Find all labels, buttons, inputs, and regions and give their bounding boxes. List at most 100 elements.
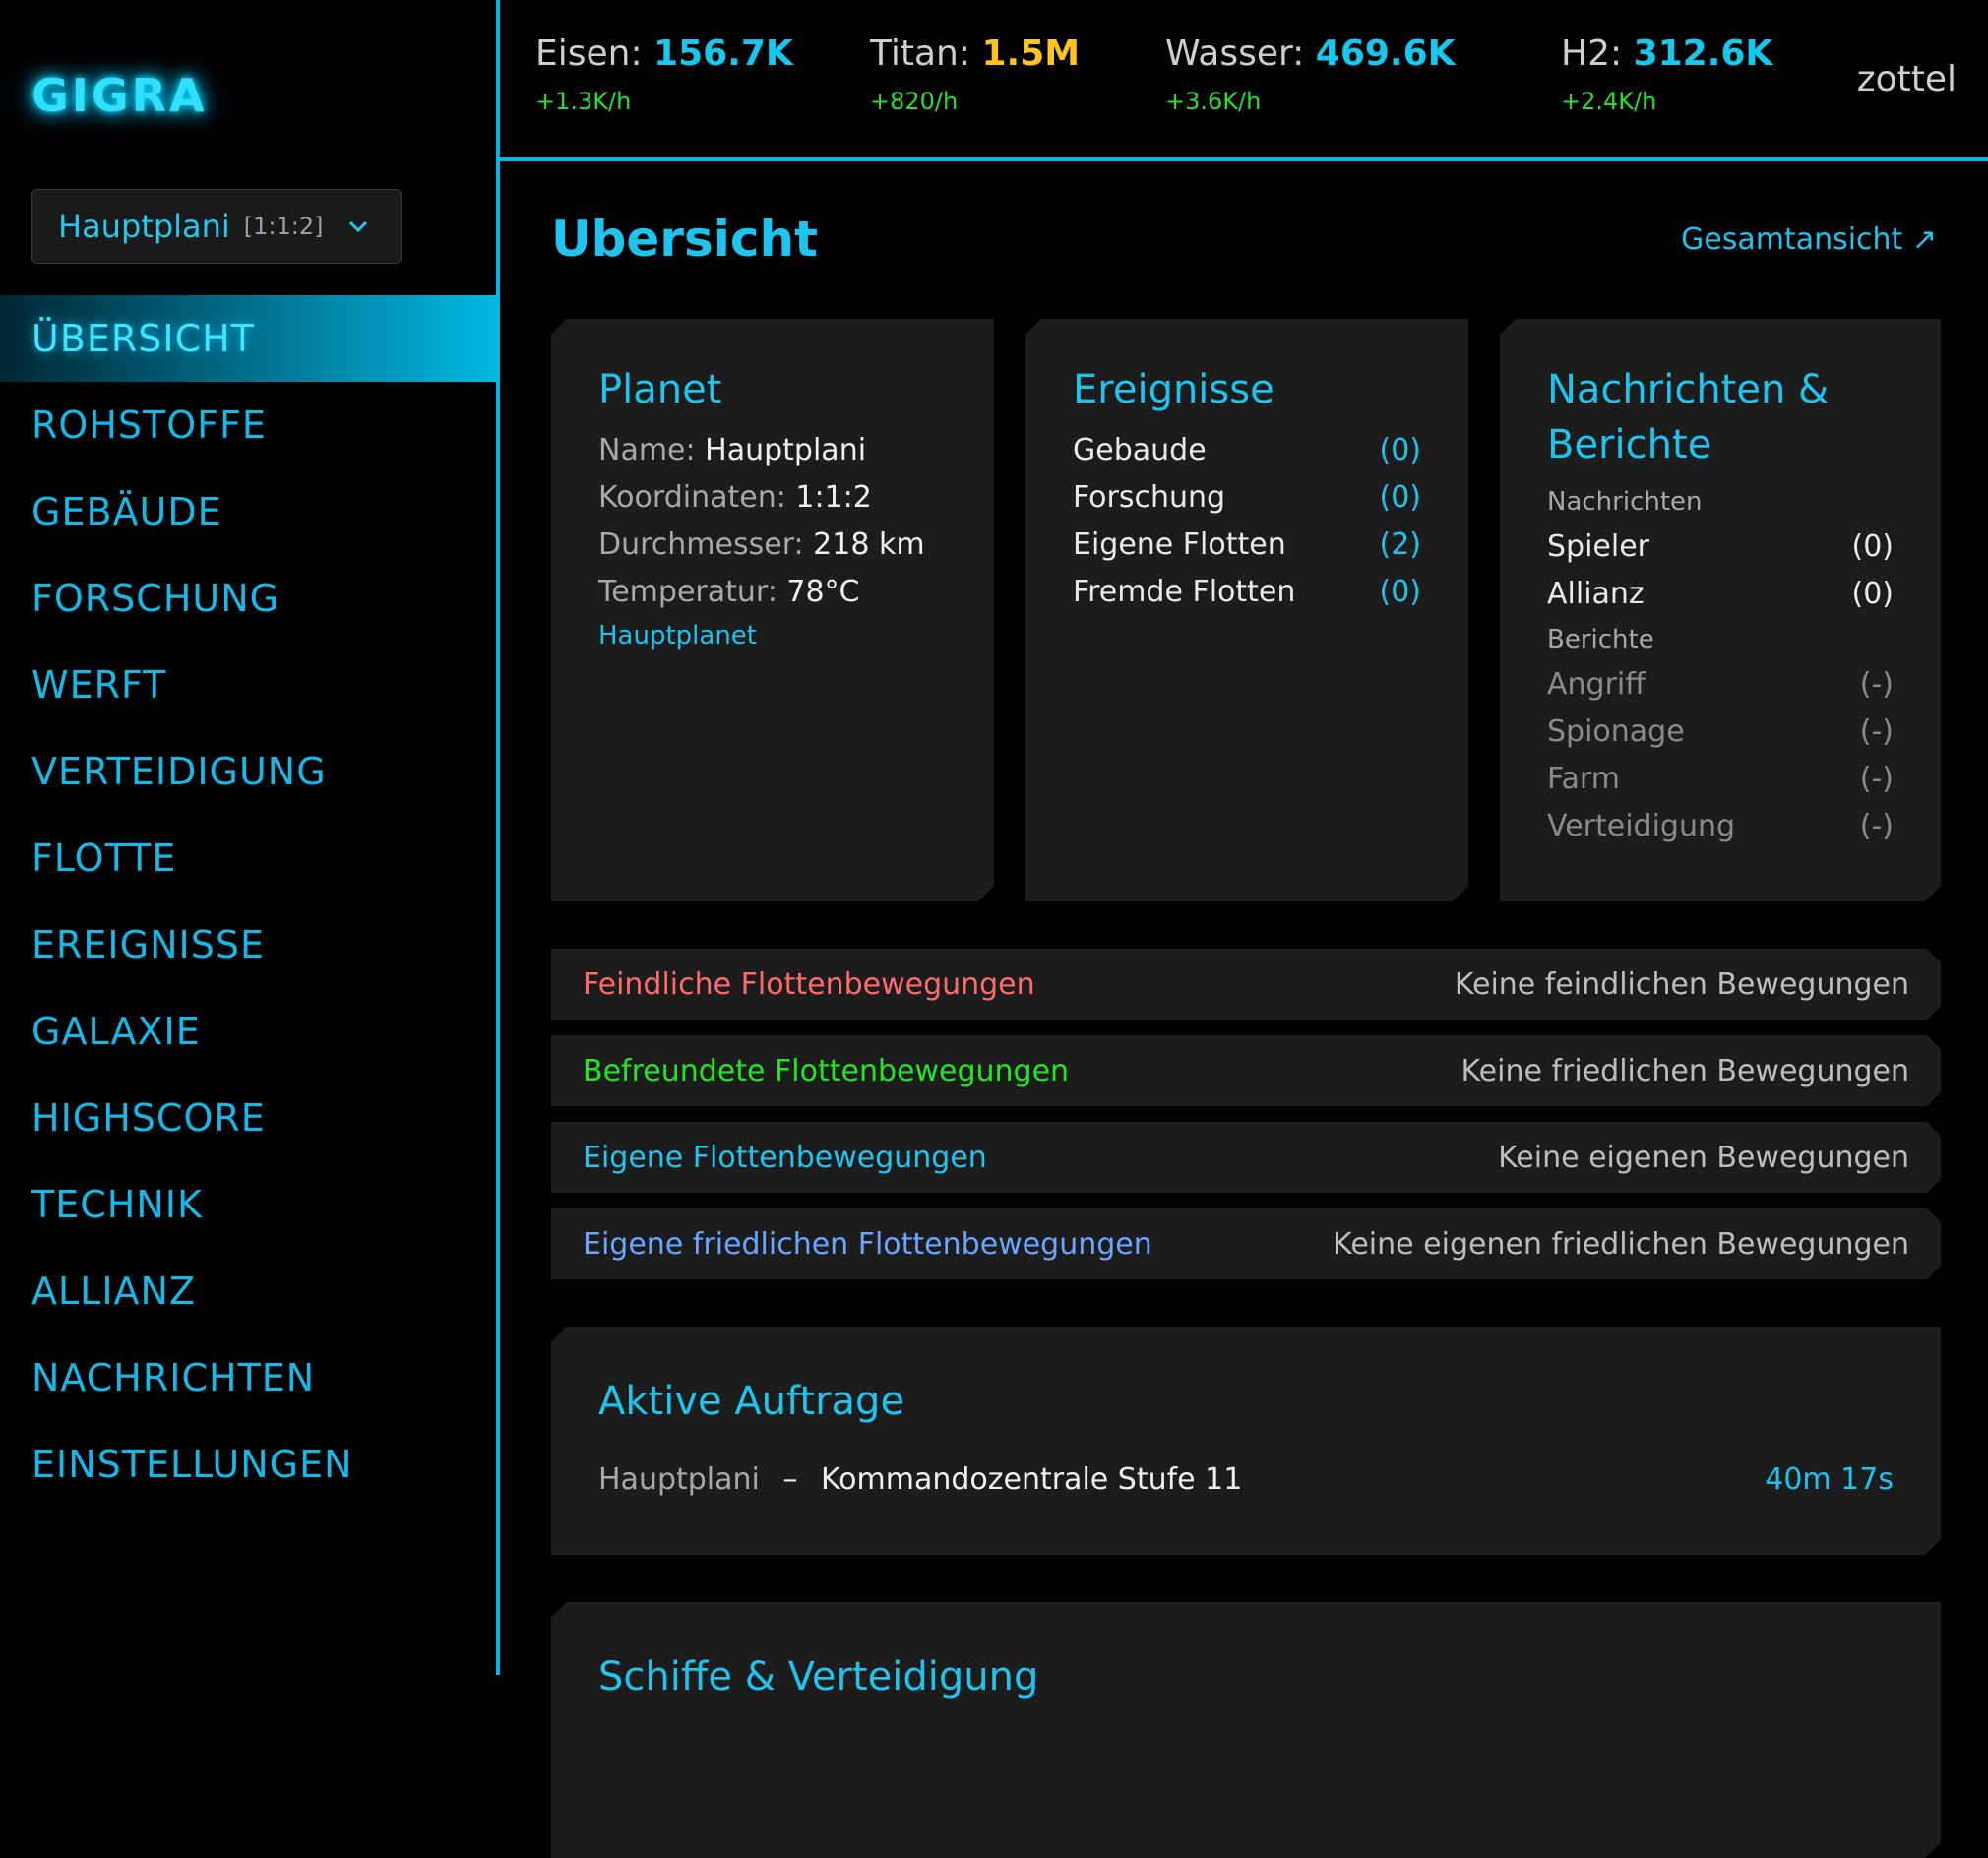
resource-wasser: Wasser: 469.6K +3.6K/h xyxy=(1165,33,1456,115)
ships-defense-card: Schiffe & Verteidigung xyxy=(551,1602,1941,1858)
report-row-defense[interactable]: Verteidigung (-) xyxy=(1547,803,1894,850)
events-card: Ereignisse Gebaude (0) Forschung (0) Eigen… xyxy=(1025,319,1468,901)
report-label: Verteidigung xyxy=(1547,809,1736,843)
planet-coords-value: 1:1:2 xyxy=(795,480,872,515)
report-label: Farm xyxy=(1547,762,1620,796)
event-label: Forschung xyxy=(1073,480,1226,515)
planet-temperature-row: Temperatur: 78°C xyxy=(598,569,947,616)
nav-item-einstellungen[interactable]: EINSTELLUNGEN xyxy=(0,1421,496,1508)
active-orders-card: Aktive Auftrage Hauptplani – Kommandozen… xyxy=(551,1327,1941,1555)
overview-link[interactable]: Gesamtansicht ↗ xyxy=(1681,222,1937,257)
event-count: (2) xyxy=(1379,527,1421,562)
planet-name-label: Name: xyxy=(598,433,696,467)
fleet-bar-label: Feindliche Flottenbewegungen xyxy=(583,966,1035,1002)
messages-card-title-line1: Nachrichten & xyxy=(1547,367,1830,412)
fleet-bar-own[interactable]: Eigene Flottenbewegungen Keine eigenen B… xyxy=(551,1122,1941,1193)
resource-label: Titan: xyxy=(870,33,971,74)
fleet-bar-status: Keine eigenen friedlichen Bewegungen xyxy=(1333,1226,1909,1262)
event-label: Eigene Flotten xyxy=(1073,527,1286,562)
username[interactable]: zottel xyxy=(1857,59,1957,99)
active-orders-title: Aktive Auftrage xyxy=(598,1379,905,1424)
nav-item-forschung[interactable]: FORSCHUNG xyxy=(0,555,496,642)
resource-rate: +2.4K/h xyxy=(1561,88,1657,115)
event-row-buildings[interactable]: Gebaude (0) xyxy=(1073,427,1421,474)
report-label: Angriff xyxy=(1547,667,1646,702)
fleet-bar-status: Keine friedlichen Bewegungen xyxy=(1460,1053,1909,1088)
planet-diameter-label: Durchmesser: xyxy=(598,527,804,562)
planet-card: Planet Name: Hauptplani Koordinaten: 1:1… xyxy=(551,319,994,901)
message-label: Allianz xyxy=(1547,577,1645,611)
planet-coords-row: Koordinaten: 1:1:2 xyxy=(598,474,947,522)
fleet-bar-status: Keine feindlichen Bewegungen xyxy=(1454,966,1909,1002)
events-card-title: Ereignisse xyxy=(1073,367,1274,412)
nav-item-ereignisse[interactable]: EREIGNISSE xyxy=(0,901,496,988)
resource-bar: Eisen: 156.7K +1.3K/h Titan: 1.5M +820/h… xyxy=(500,0,1988,161)
resource-value: 1.5M xyxy=(981,33,1081,74)
page-title: Ubersicht xyxy=(551,211,818,268)
planet-diameter-row: Durchmesser: 218 km xyxy=(598,522,947,569)
fleet-bar-enemy[interactable]: Feindliche Flottenbewegungen Keine feind… xyxy=(551,949,1941,1020)
report-row-attack[interactable]: Angriff (-) xyxy=(1547,661,1894,709)
fleet-bar-label: Eigene Flottenbewegungen xyxy=(583,1140,987,1175)
messages-card-title-line2: Berichte xyxy=(1547,422,1712,467)
report-count: (-) xyxy=(1859,667,1894,702)
nav-item-galaxie[interactable]: GALAXIE xyxy=(0,988,496,1075)
report-count: (-) xyxy=(1859,714,1894,749)
resource-value: 312.6K xyxy=(1633,33,1773,74)
resource-eisen: Eisen: 156.7K +1.3K/h xyxy=(535,33,793,115)
sidebar: GIGRA Hauptplani [1:1:2] ÜBERSICHT ROHST… xyxy=(0,0,500,1675)
nav-item-allianz[interactable]: ALLIANZ xyxy=(0,1248,496,1334)
fleet-bar-status: Keine eigenen Bewegungen xyxy=(1498,1140,1909,1175)
planet-name-row: Name: Hauptplani xyxy=(598,427,947,474)
report-count: (-) xyxy=(1859,809,1894,843)
event-row-research[interactable]: Forschung (0) xyxy=(1073,474,1421,522)
message-count: (0) xyxy=(1851,529,1894,564)
resource-rate: +1.3K/h xyxy=(535,88,632,115)
report-row-espionage[interactable]: Spionage (-) xyxy=(1547,709,1894,756)
resource-h2: H2: 312.6K +2.4K/h xyxy=(1561,33,1772,115)
event-label: Fremde Flotten xyxy=(1073,575,1296,609)
message-row-alliance[interactable]: Allianz (0) xyxy=(1547,571,1894,618)
order-row[interactable]: Hauptplani – Kommandozentrale Stufe 11 4… xyxy=(598,1462,1894,1497)
event-row-own-fleets[interactable]: Eigene Flotten (2) xyxy=(1073,522,1421,569)
planet-name-value: Hauptplani xyxy=(705,433,867,467)
planet-card-title: Planet xyxy=(598,367,722,412)
chevron-down-icon xyxy=(348,220,367,233)
planet-diameter-value: 218 km xyxy=(813,527,925,562)
nav-item-rohstoffe[interactable]: ROHSTOFFE xyxy=(0,382,496,468)
nav-item-uebersicht[interactable]: ÜBERSICHT xyxy=(0,295,496,382)
nav-item-gebaeude[interactable]: GEBÄUDE xyxy=(0,468,496,555)
event-row-foreign-fleets[interactable]: Fremde Flotten (0) xyxy=(1073,569,1421,616)
resource-rate: +3.6K/h xyxy=(1165,88,1262,115)
app-logo[interactable]: GIGRA xyxy=(31,69,208,122)
report-row-farm[interactable]: Farm (-) xyxy=(1547,756,1894,803)
resource-label: Wasser: xyxy=(1165,33,1305,74)
main-planet-link[interactable]: Hauptplanet xyxy=(598,616,947,655)
fleet-bar-own-peaceful[interactable]: Eigene friedlichen Flottenbewegungen Kei… xyxy=(551,1208,1941,1279)
event-count: (0) xyxy=(1379,433,1421,467)
main-nav: ÜBERSICHT ROHSTOFFE GEBÄUDE FORSCHUNG WE… xyxy=(0,295,496,1508)
fleet-bar-friendly[interactable]: Befreundete Flottenbewegungen Keine frie… xyxy=(551,1035,1941,1106)
nav-item-technik[interactable]: TECHNIK xyxy=(0,1161,496,1248)
main-content: Ubersicht Gesamtansicht ↗ Planet Name: H… xyxy=(500,161,1988,1675)
resource-value: 156.7K xyxy=(653,33,793,74)
message-row-player[interactable]: Spieler (0) xyxy=(1547,524,1894,571)
event-count: (0) xyxy=(1379,480,1421,515)
nav-item-flotte[interactable]: FLOTTE xyxy=(0,815,496,901)
resource-rate: +820/h xyxy=(870,88,959,115)
nav-item-nachrichten[interactable]: NACHRICHTEN xyxy=(0,1334,496,1421)
reports-section-label: Berichte xyxy=(1547,625,1654,654)
nav-item-werft[interactable]: WERFT xyxy=(0,642,496,728)
message-label: Spieler xyxy=(1547,529,1650,564)
messages-card: Nachrichten & Berichte Nachrichten Spiele… xyxy=(1500,319,1941,901)
message-count: (0) xyxy=(1851,577,1894,611)
nav-item-highscore[interactable]: HIGHSCORE xyxy=(0,1075,496,1161)
event-label: Gebaude xyxy=(1073,433,1207,467)
resource-titan: Titan: 1.5M +820/h xyxy=(870,33,1080,115)
report-count: (-) xyxy=(1859,762,1894,796)
fleet-bar-label: Befreundete Flottenbewegungen xyxy=(583,1053,1070,1088)
planet-selector[interactable]: Hauptplani [1:1:2] xyxy=(31,189,402,264)
order-separator: – xyxy=(782,1462,798,1497)
messages-card-title: Nachrichten & Berichte xyxy=(1547,362,1894,472)
nav-item-verteidigung[interactable]: VERTEIDIGUNG xyxy=(0,728,496,815)
